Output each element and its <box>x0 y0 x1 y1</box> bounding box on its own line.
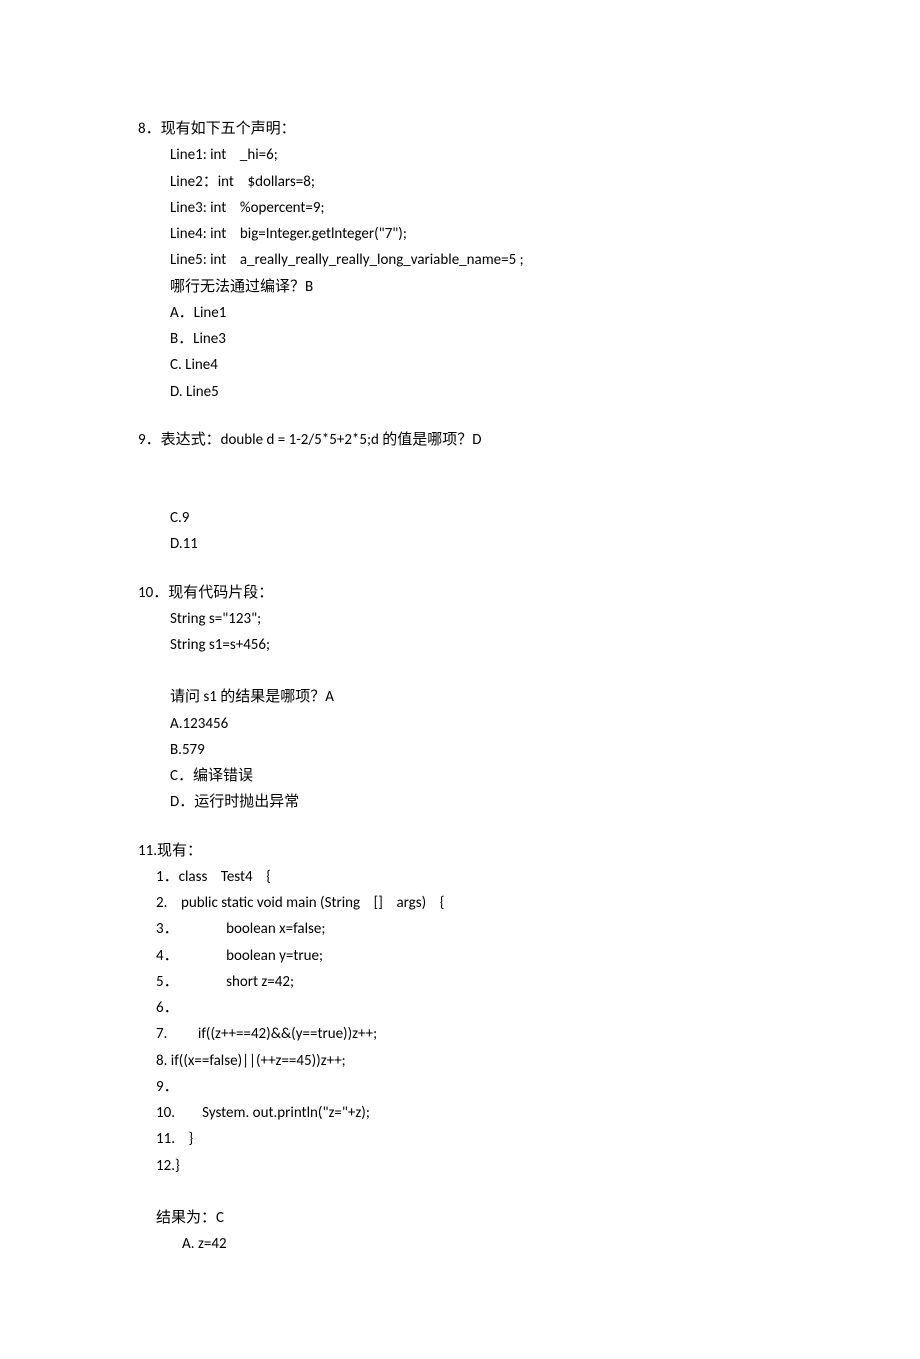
q10-option-d: D．运行时抛出异常 <box>138 789 800 815</box>
q11-code-9: 9． <box>138 1074 800 1100</box>
q10-ask: 请问 s1 的结果是哪项？A <box>138 684 800 710</box>
q11-code-11: 11. } <box>138 1126 800 1152</box>
blank-line <box>138 1179 800 1205</box>
q10-option-b: B.579 <box>138 737 800 763</box>
q11-code-12: 12.} <box>138 1153 800 1179</box>
q8-option-b: B．Line3 <box>138 326 800 352</box>
blank-line <box>138 479 800 505</box>
document-page: 8．现有如下五个声明： Line1: int _hi=6; Line2：int … <box>0 0 920 1359</box>
q8-line4: Line4: int big=Integer.getlnteger("7"); <box>138 221 800 247</box>
q8-option-d: D. Line5 <box>138 379 800 405</box>
q11-option-a: A. z=42 <box>138 1231 800 1257</box>
q10-code-2: String s1=s+456; <box>138 632 800 658</box>
q10-option-c: C．编译错误 <box>138 763 800 789</box>
q9-option-d: D.11 <box>138 531 800 557</box>
q8-option-a: A．Line1 <box>138 300 800 326</box>
q11-code-1: 1．class Test4 { <box>138 864 800 890</box>
q8-line1: Line1: int _hi=6; <box>138 142 800 168</box>
q10-stem: 10．现有代码片段： <box>138 580 800 606</box>
blank-line <box>138 658 800 684</box>
q9-stem: 9．表达式：double d = 1-2/5*5+2*5;d 的值是哪项？D <box>138 427 800 453</box>
question-8: 8．现有如下五个声明： Line1: int _hi=6; Line2：int … <box>138 116 800 405</box>
question-9: 9．表达式：double d = 1-2/5*5+2*5;d 的值是哪项？D C… <box>138 427 800 558</box>
q11-code-5: 5． short z=42; <box>138 969 800 995</box>
q11-code-8: 8. if((x==false)||(++z==45))z++; <box>138 1048 800 1074</box>
q8-line2: Line2：int $dollars=8; <box>138 169 800 195</box>
q8-option-c: C. Line4 <box>138 352 800 378</box>
q11-code-7: 7. if((z++==42)&&(y==true))z++; <box>138 1021 800 1047</box>
q11-code-2: 2. public static void main (String [] ar… <box>138 890 800 916</box>
q11-code-4: 4． boolean y=true; <box>138 943 800 969</box>
q11-result: 结果为：C <box>138 1205 800 1231</box>
blank-line <box>138 453 800 479</box>
q8-stem: 8．现有如下五个声明： <box>138 116 800 142</box>
q11-stem: 11.现有： <box>138 838 800 864</box>
q8-ask: 哪行无法通过编译？B <box>138 274 800 300</box>
q11-code-6: 6． <box>138 995 800 1021</box>
q10-code-1: String s="123"; <box>138 606 800 632</box>
q8-line3: Line3: int %opercent=9; <box>138 195 800 221</box>
q11-code-3: 3． boolean x=false; <box>138 916 800 942</box>
q11-code-10: 10. System. out.println("z="+z); <box>138 1100 800 1126</box>
q10-option-a: A.123456 <box>138 711 800 737</box>
q9-option-c: C.9 <box>138 505 800 531</box>
question-10: 10．现有代码片段： String s="123"; String s1=s+4… <box>138 580 800 816</box>
question-11: 11.现有： 1．class Test4 { 2. public static … <box>138 838 800 1258</box>
q8-line5: Line5: int a_really_really_really_long_v… <box>138 247 800 273</box>
